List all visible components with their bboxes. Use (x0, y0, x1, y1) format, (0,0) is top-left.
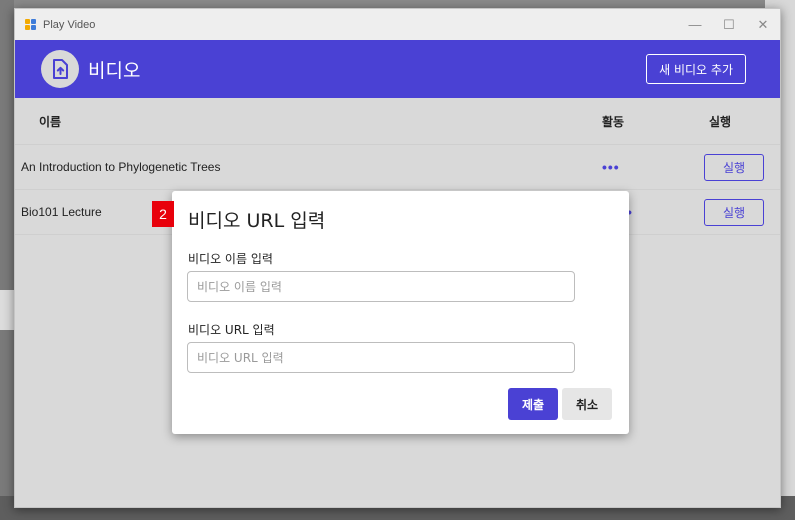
page-title: 비디오 (88, 59, 141, 82)
video-url-dialog: 2 비디오 URL 입력 비디오 이름 입력 비디오 URL 입력 제출 취소 (152, 191, 629, 434)
title-bar[interactable]: Play Video — ☐ ✕ (15, 9, 780, 40)
column-header-run: 실행 (709, 114, 732, 129)
add-video-button[interactable]: 새 비디오 추가 (646, 54, 746, 84)
video-name: Bio101 Lecture (21, 205, 102, 219)
video-url-input[interactable] (187, 342, 575, 373)
table-row: An Introduction to Phylogenetic Trees ••… (15, 145, 780, 190)
video-url-label: 비디오 URL 입력 (188, 323, 275, 337)
upload-file-icon (41, 50, 79, 88)
video-name: An Introduction to Phylogenetic Trees (21, 160, 221, 174)
desktop-background-strip (0, 290, 14, 330)
table-header: 이름 활동 실행 (15, 98, 780, 145)
app-header: 비디오 새 비디오 추가 (15, 40, 780, 98)
minimize-button[interactable]: — (678, 9, 712, 40)
run-button[interactable]: 실행 (704, 198, 764, 226)
cancel-button[interactable]: 취소 (562, 388, 612, 420)
window-title: Play Video (43, 18, 96, 31)
close-button[interactable]: ✕ (746, 9, 780, 40)
app-logo-icon (25, 18, 37, 31)
desktop-background-left (0, 0, 14, 520)
step-badge: 2 (152, 201, 174, 227)
column-header-activity: 활동 (602, 114, 625, 129)
window-controls: — ☐ ✕ (678, 9, 780, 40)
submit-button[interactable]: 제출 (508, 388, 558, 420)
video-name-input[interactable] (187, 271, 575, 302)
run-button[interactable]: 실행 (704, 153, 764, 181)
activity-more-icon[interactable]: ••• (602, 159, 620, 175)
maximize-button[interactable]: ☐ (712, 9, 746, 40)
column-header-name: 이름 (39, 114, 62, 129)
dialog-title: 비디오 URL 입력 (188, 210, 326, 232)
video-name-label: 비디오 이름 입력 (188, 252, 273, 266)
